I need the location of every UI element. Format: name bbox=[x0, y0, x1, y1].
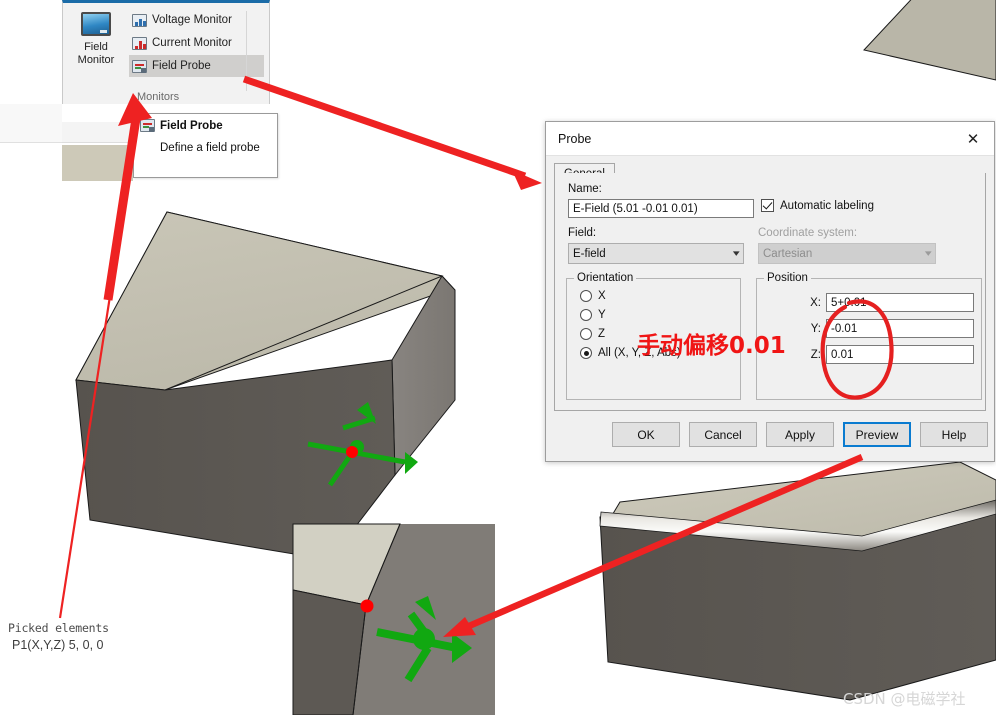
automatic-labeling-checkbox[interactable]: Automatic labeling bbox=[761, 199, 874, 212]
field-monitor-label-line1: Field bbox=[84, 41, 108, 53]
tooltip-header: Field Probe bbox=[134, 114, 277, 132]
position-axis-y: Y: bbox=[810, 322, 821, 335]
dialog-button-row: OK Cancel Apply Preview Help bbox=[546, 413, 994, 461]
voltage-monitor-icon bbox=[132, 13, 147, 27]
position-input-x[interactable] bbox=[826, 293, 974, 312]
ribbon-group-label: Monitors bbox=[137, 91, 180, 103]
geometry-corner-slab bbox=[863, 0, 996, 81]
checkbox-box bbox=[761, 199, 774, 212]
dialog-title: Probe bbox=[558, 131, 592, 146]
field-probe-icon bbox=[132, 59, 147, 73]
orientation-radio-y[interactable]: Y bbox=[580, 309, 740, 321]
field-probe-button[interactable]: Field Probe bbox=[129, 55, 264, 77]
position-axis-z: Z: bbox=[810, 348, 821, 361]
voltage-monitor-button[interactable]: Voltage Monitor bbox=[129, 9, 264, 31]
picked-elements-label: Picked elements bbox=[8, 621, 109, 635]
annotation-arrow-dialog-to-inset bbox=[443, 454, 864, 637]
tooltip-title: Field Probe bbox=[160, 119, 223, 132]
voltage-monitor-label: Voltage Monitor bbox=[152, 14, 232, 26]
monitor-icon bbox=[81, 12, 111, 36]
orientation-label-x: X bbox=[598, 290, 606, 302]
viewport-toolbar-beige bbox=[62, 145, 133, 181]
name-input[interactable] bbox=[568, 199, 754, 218]
help-button[interactable]: Help bbox=[920, 422, 988, 447]
geometry-right-box bbox=[599, 461, 996, 701]
chevron-down-icon: ▾ bbox=[733, 248, 741, 258]
current-monitor-icon bbox=[132, 36, 147, 50]
radio-dot bbox=[580, 309, 592, 321]
current-monitor-label: Current Monitor bbox=[152, 37, 232, 49]
zoom-inset-panel bbox=[292, 523, 495, 715]
field-monitor-button[interactable]: Field Monitor bbox=[63, 3, 129, 104]
picked-point-value: P1(X,Y,Z) 5, 0, 0 bbox=[12, 638, 104, 652]
close-icon[interactable]: ✕ bbox=[952, 123, 994, 155]
field-probe-tooltip: Field Probe Define a field probe bbox=[133, 113, 278, 178]
position-group: Position X: Y: Z: bbox=[756, 272, 982, 400]
preview-button[interactable]: Preview bbox=[843, 422, 911, 447]
field-select[interactable]: E-field ▾ bbox=[568, 243, 744, 264]
position-input-y[interactable] bbox=[826, 319, 974, 338]
position-input-z[interactable] bbox=[826, 345, 974, 364]
screenshot-stage: Field Monitor Voltage Monitor Current Mo… bbox=[0, 0, 996, 715]
name-label: Name: bbox=[568, 183, 602, 195]
radio-dot bbox=[580, 290, 592, 302]
dialog-titlebar: Probe ✕ bbox=[546, 122, 994, 156]
field-label: Field: bbox=[568, 227, 597, 239]
position-row-y: Y: bbox=[757, 319, 974, 338]
ribbon-monitors-group: Field Monitor Voltage Monitor Current Mo… bbox=[62, 0, 270, 104]
probe-marker-main bbox=[307, 402, 418, 487]
orientation-label-y: Y bbox=[598, 309, 606, 321]
watermark: CSDN @电磁学社 bbox=[843, 690, 966, 708]
annotation-chinese-note: 手动偏移0.01 bbox=[637, 333, 786, 359]
coordinate-system-label: Coordinate system: bbox=[758, 227, 858, 239]
field-probe-label: Field Probe bbox=[152, 60, 211, 72]
ribbon-divider bbox=[246, 11, 247, 91]
cancel-button[interactable]: Cancel bbox=[689, 422, 757, 447]
orientation-caption: Orientation bbox=[574, 272, 637, 284]
apply-button[interactable]: Apply bbox=[766, 422, 834, 447]
orientation-radio-x[interactable]: X bbox=[580, 290, 740, 302]
annotation-line-picked-elements bbox=[58, 295, 112, 619]
position-row-x: X: bbox=[757, 293, 974, 312]
field-monitor-label-line2: Monitor bbox=[77, 54, 115, 66]
monitor-items-list: Voltage Monitor Current Monitor Field Pr… bbox=[129, 3, 269, 104]
orientation-label-z: Z bbox=[598, 328, 606, 340]
chevron-down-icon: ▾ bbox=[925, 248, 933, 258]
ribbon-under-strip-3 bbox=[0, 104, 62, 143]
position-axis-x: X: bbox=[810, 296, 821, 309]
coordinate-system-value: Cartesian bbox=[763, 247, 813, 260]
current-monitor-button[interactable]: Current Monitor bbox=[129, 32, 264, 54]
radio-dot bbox=[580, 347, 592, 359]
radio-dot bbox=[580, 328, 592, 340]
geometry-main-box bbox=[75, 211, 456, 561]
ok-button[interactable]: OK bbox=[612, 422, 680, 447]
probe-dialog: Probe ✕ General Name: Automatic labeling… bbox=[545, 121, 995, 462]
automatic-labeling-label: Automatic labeling bbox=[780, 199, 874, 212]
position-row-z: Z: bbox=[757, 345, 974, 364]
tooltip-description: Define a field probe bbox=[160, 142, 260, 154]
field-select-value: E-field bbox=[573, 247, 606, 260]
field-probe-icon bbox=[140, 119, 155, 132]
annotation-arrow-ribbon-to-dialog bbox=[242, 75, 542, 190]
dialog-panel-general: Name: Automatic labeling Field: E-field … bbox=[554, 173, 986, 411]
coordinate-system-select[interactable]: Cartesian ▾ bbox=[758, 243, 936, 264]
position-caption: Position bbox=[764, 272, 811, 284]
